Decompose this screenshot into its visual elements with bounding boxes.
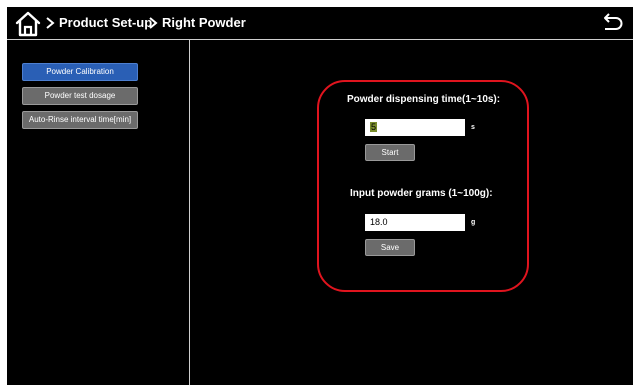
time-unit: s xyxy=(471,124,475,131)
powder-grams-input[interactable]: 18.0 xyxy=(365,214,465,231)
dispensing-time-value: 5 xyxy=(370,122,378,132)
app-screen: Product Set-up Right Powder Powder Calib… xyxy=(7,7,633,385)
breadcrumb-product-setup[interactable]: Product Set-up xyxy=(45,15,152,30)
home-icon[interactable] xyxy=(15,11,41,37)
dispensing-time-label: Powder dispensing time(1~10s): xyxy=(347,94,501,105)
sidebar-item-label: Powder test dosage xyxy=(44,91,116,100)
sidebar-item-powder-test-dosage[interactable]: Powder test dosage xyxy=(22,87,138,105)
chevron-right-icon xyxy=(46,16,55,29)
back-icon[interactable] xyxy=(600,11,624,35)
grams-unit: g xyxy=(471,219,476,226)
sidebar-item-powder-calibration[interactable]: Powder Calibration xyxy=(22,63,138,81)
sidebar-divider xyxy=(189,40,190,385)
breadcrumb-label: Product Set-up xyxy=(59,15,153,30)
calibration-highlight xyxy=(317,80,529,292)
sidebar-item-label: Auto-Rinse interval time[min] xyxy=(28,115,132,124)
sidebar-item-label: Powder Calibration xyxy=(46,67,114,76)
save-button[interactable]: Save xyxy=(365,239,415,256)
chevron-right-icon xyxy=(149,16,158,29)
page-title: Right Powder xyxy=(162,15,246,30)
powder-grams-label: Input powder grams (1~100g): xyxy=(350,188,493,199)
dispensing-time-input[interactable]: 5 xyxy=(365,119,465,136)
breadcrumb-right-powder: Right Powder xyxy=(148,15,246,30)
start-button[interactable]: Start xyxy=(365,144,415,161)
top-bar: Product Set-up Right Powder xyxy=(7,7,633,40)
sidebar-item-auto-rinse-interval[interactable]: Auto-Rinse interval time[min] xyxy=(22,111,138,129)
